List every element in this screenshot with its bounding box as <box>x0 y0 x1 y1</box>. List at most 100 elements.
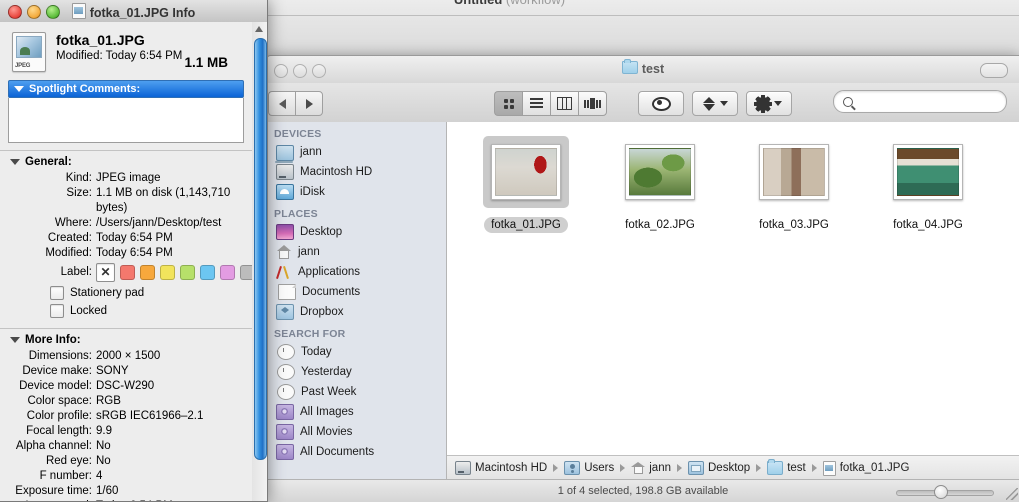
view-column-button[interactable] <box>550 91 578 116</box>
view-coverflow-button[interactable] <box>578 91 607 116</box>
info-row-key: Color space: <box>27 395 92 407</box>
resize-grip[interactable] <box>1006 488 1018 500</box>
info-scrollbar[interactable] <box>251 22 267 501</box>
info-row-value: sRGB IEC61966–2.1 <box>96 410 204 422</box>
label-color-swatch[interactable] <box>180 265 195 280</box>
label-color-swatch[interactable] <box>200 265 215 280</box>
label-color-swatch[interactable] <box>140 265 155 280</box>
disclosure-triangle-icon[interactable] <box>10 337 20 343</box>
file-thumbnail-wrap[interactable] <box>885 136 971 208</box>
jpeg-preview-icon: JPEG <box>12 32 46 72</box>
finder-sidebar[interactable]: DEVICES jann Macintosh HD iDisk PLACES Deskto… <box>266 122 447 502</box>
more-info-section-header[interactable]: More Info: <box>0 329 252 349</box>
label-none-button[interactable]: ✕ <box>96 263 115 282</box>
label-color-swatches[interactable]: ✕ <box>96 263 252 282</box>
checkbox-row[interactable]: Stationery pad <box>0 286 252 300</box>
file-item[interactable]: fotka_04.JPG <box>861 136 995 233</box>
path-bar-item[interactable]: test <box>767 459 806 475</box>
background-window-subtitle: (workflow) <box>506 0 565 7</box>
disclosure-triangle-icon[interactable] <box>10 159 20 165</box>
info-row-key: Device make: <box>22 365 92 377</box>
finder-content-area[interactable]: fotka_01.JPG fotka_02.JPG fotka_03.JPG fotk… <box>447 122 1019 502</box>
sidebar-item-past-week[interactable]: Past Week <box>266 382 446 402</box>
info-row-value: No <box>96 440 111 452</box>
file-thumbnail-wrap[interactable] <box>617 136 703 208</box>
path-bar-item[interactable]: jann <box>631 462 671 474</box>
file-name-label: fotka_01.JPG <box>484 217 568 233</box>
label-color-swatch[interactable] <box>240 265 252 280</box>
sidebar-item-idisk[interactable]: iDisk <box>266 182 446 202</box>
file-thumbnail <box>759 144 829 200</box>
sidebar-item-all-images[interactable]: All Images <box>266 402 446 422</box>
label-color-swatch[interactable] <box>220 265 235 280</box>
finder-fullscreen-button[interactable] <box>980 63 1008 78</box>
forward-button[interactable] <box>295 91 323 116</box>
sidebar-item-documents[interactable]: Documents <box>266 282 446 302</box>
file-item[interactable]: fotka_01.JPG <box>459 136 593 233</box>
path-bar-item[interactable]: fotka_01.JPG <box>822 460 909 476</box>
info-row-value: 4 <box>96 470 103 482</box>
sidebar-item-yesterday[interactable]: Yesterday <box>266 362 446 382</box>
info-row: bytes) <box>0 201 246 216</box>
file-item[interactable]: fotka_02.JPG <box>593 136 727 233</box>
sidebar-item-label: Dropbox <box>300 306 344 318</box>
file-thumbnail-wrap[interactable] <box>751 136 837 208</box>
file-name-label: fotka_02.JPG <box>625 219 695 231</box>
finder-titlebar[interactable]: test <box>266 56 1019 84</box>
sidebar-item-today[interactable]: Today <box>266 342 446 362</box>
action-menu-button[interactable] <box>746 91 792 116</box>
path-bar[interactable]: Macintosh HD Users jann Desktop test fotka_01… <box>447 455 1019 480</box>
sidebar-section-header: PLACES <box>274 208 318 220</box>
label-color-swatch[interactable] <box>160 265 175 280</box>
scroll-up-arrow-icon[interactable] <box>255 26 263 32</box>
spotlight-comments-input[interactable] <box>8 98 244 143</box>
checkbox-row[interactable]: Locked <box>0 304 252 318</box>
info-row: Color profile: sRGB IEC61966–2.1 <box>0 409 246 424</box>
dropbox-button[interactable] <box>692 91 738 116</box>
view-icon-button[interactable] <box>494 91 522 116</box>
path-bar-item[interactable]: Desktop <box>688 461 750 475</box>
info-row: Color space: RGB <box>0 394 246 409</box>
sidebar-item-dropbox[interactable]: Dropbox <box>266 302 446 322</box>
sidebar-item-desktop[interactable]: Desktop <box>266 222 446 242</box>
sidebar-item-all-movies[interactable]: All Movies <box>266 422 446 442</box>
search-input[interactable] <box>853 94 1013 109</box>
quick-look-button[interactable] <box>638 91 684 116</box>
sidebar-item-applications[interactable]: Applications <box>266 262 446 282</box>
sidebar-item-macintosh-hd[interactable]: Macintosh HD <box>266 162 446 182</box>
path-bar-item[interactable]: Macintosh HD <box>455 461 547 475</box>
label-color-swatch[interactable] <box>120 265 135 280</box>
info-row-value: 1/60 <box>96 485 119 497</box>
search-field[interactable] <box>833 90 1013 113</box>
file-thumbnail-wrap[interactable] <box>483 136 569 208</box>
back-button[interactable] <box>268 91 295 116</box>
sidebar-item-all-documents[interactable]: All Documents <box>266 442 446 462</box>
info-titlebar[interactable]: fotka_01.JPG Info <box>0 0 267 23</box>
file-item[interactable]: fotka_03.JPG <box>727 136 861 233</box>
info-row-value: No <box>96 455 111 467</box>
info-window-title: fotka_01.JPG Info <box>0 3 267 20</box>
sidebar-item-jann[interactable]: jann <box>266 242 446 262</box>
checkbox-icon[interactable] <box>50 304 64 318</box>
icon-size-slider[interactable] <box>896 485 994 499</box>
slider-knob[interactable] <box>934 485 948 499</box>
general-checkboxes: Stationery pad Locked <box>0 286 252 318</box>
general-section-header[interactable]: General: <box>0 151 252 171</box>
checkbox-icon[interactable] <box>50 286 64 300</box>
chevron-down-icon <box>719 101 728 106</box>
folder-icon <box>621 59 638 74</box>
search-icon <box>843 96 853 107</box>
info-title-text: fotka_01.JPG Info <box>89 6 196 20</box>
sidebar-item-jann[interactable]: jann <box>266 142 446 163</box>
navigation-buttons <box>268 91 323 116</box>
view-list-button[interactable] <box>522 91 550 116</box>
path-bar-item[interactable]: Users <box>564 461 614 475</box>
scrollbar-thumb[interactable] <box>254 38 267 460</box>
disclosure-triangle-icon[interactable] <box>14 86 24 92</box>
info-row-key: Exposure time: <box>15 485 92 497</box>
info-row-key: Created: <box>47 232 92 244</box>
spotlight-comments-header[interactable]: Spotlight Comments: <box>8 80 244 98</box>
photo-image <box>495 148 557 196</box>
status-text: 1 of 4 selected, 198.8 GB available <box>557 485 729 497</box>
sidebar-item-label: Past Week <box>301 386 357 398</box>
